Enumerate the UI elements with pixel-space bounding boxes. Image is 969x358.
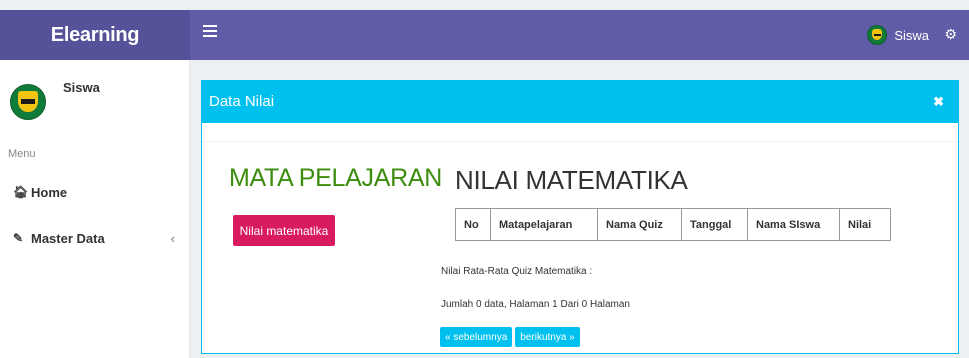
user-avatar	[867, 25, 888, 45]
column-header-nama-quiz: Nama Quiz	[597, 208, 682, 241]
column-header-nilai: Nilai	[839, 208, 891, 241]
column-header-tanggal: Tanggal	[681, 208, 748, 241]
user-name: Siswa	[894, 27, 929, 43]
nilai-matematika-button[interactable]: Nilai matematika	[233, 215, 335, 246]
sidebar-item-master-data[interactable]: ✎ Master Data ‹	[0, 218, 189, 258]
subjects-heading: MATA PELAJARAN	[229, 164, 442, 192]
grades-table: No Matapelajaran Nama Quiz Tanggal Nama …	[455, 208, 891, 241]
top-navbar: Elearning Siswa ⚙	[0, 10, 969, 60]
previous-page-button[interactable]: « sebelumnya	[440, 327, 513, 347]
sidebar-item-home[interactable]: 🏠︎ Home	[0, 172, 189, 212]
divider	[202, 141, 958, 142]
home-icon: 🏠︎	[13, 185, 29, 199]
next-page-button[interactable]: berikutnya »	[515, 327, 580, 347]
user-menu[interactable]: Siswa	[867, 24, 929, 46]
chevron-left-icon: ‹	[170, 230, 175, 246]
data-nilai-box: Data Nilai ✖ MATA PELAJARAN Nilai matema…	[201, 80, 959, 354]
edit-icon: ✎	[13, 231, 24, 245]
sidebar-toggle-icon[interactable]	[203, 25, 217, 39]
column-header-matapelajaran: Matapelajaran	[490, 208, 598, 241]
grades-heading: NILAI MATEMATIKA	[455, 165, 688, 195]
sidebar: Siswa Menu 🏠︎ Home ✎ Master Data ‹	[0, 60, 190, 358]
close-icon[interactable]: ✖	[933, 81, 944, 123]
brand-logo[interactable]: Elearning	[0, 10, 190, 60]
average-text: Nilai Rata-Rata Quiz Matematika :	[441, 266, 593, 277]
box-header: Data Nilai ✖	[202, 81, 958, 123]
table-header-row: No Matapelajaran Nama Quiz Tanggal Nama …	[455, 208, 891, 241]
pagination-summary: Jumlah 0 data, Halaman 1 Dari 0 Halaman	[441, 299, 630, 310]
sidebar-avatar	[10, 84, 46, 120]
box-title: Data Nilai	[209, 93, 275, 110]
sidebar-item-label: Home	[31, 184, 68, 200]
settings-gears-icon[interactable]: ⚙	[944, 26, 957, 43]
column-header-nama-siswa: Nama SIswa	[747, 208, 840, 241]
sidebar-user-name: Siswa	[63, 80, 100, 95]
menu-header: Menu	[8, 148, 36, 160]
pagination: « sebelumnya berikutnya »	[440, 327, 580, 347]
column-header-no: No	[455, 208, 491, 241]
sidebar-item-label: Master Data	[31, 230, 105, 246]
